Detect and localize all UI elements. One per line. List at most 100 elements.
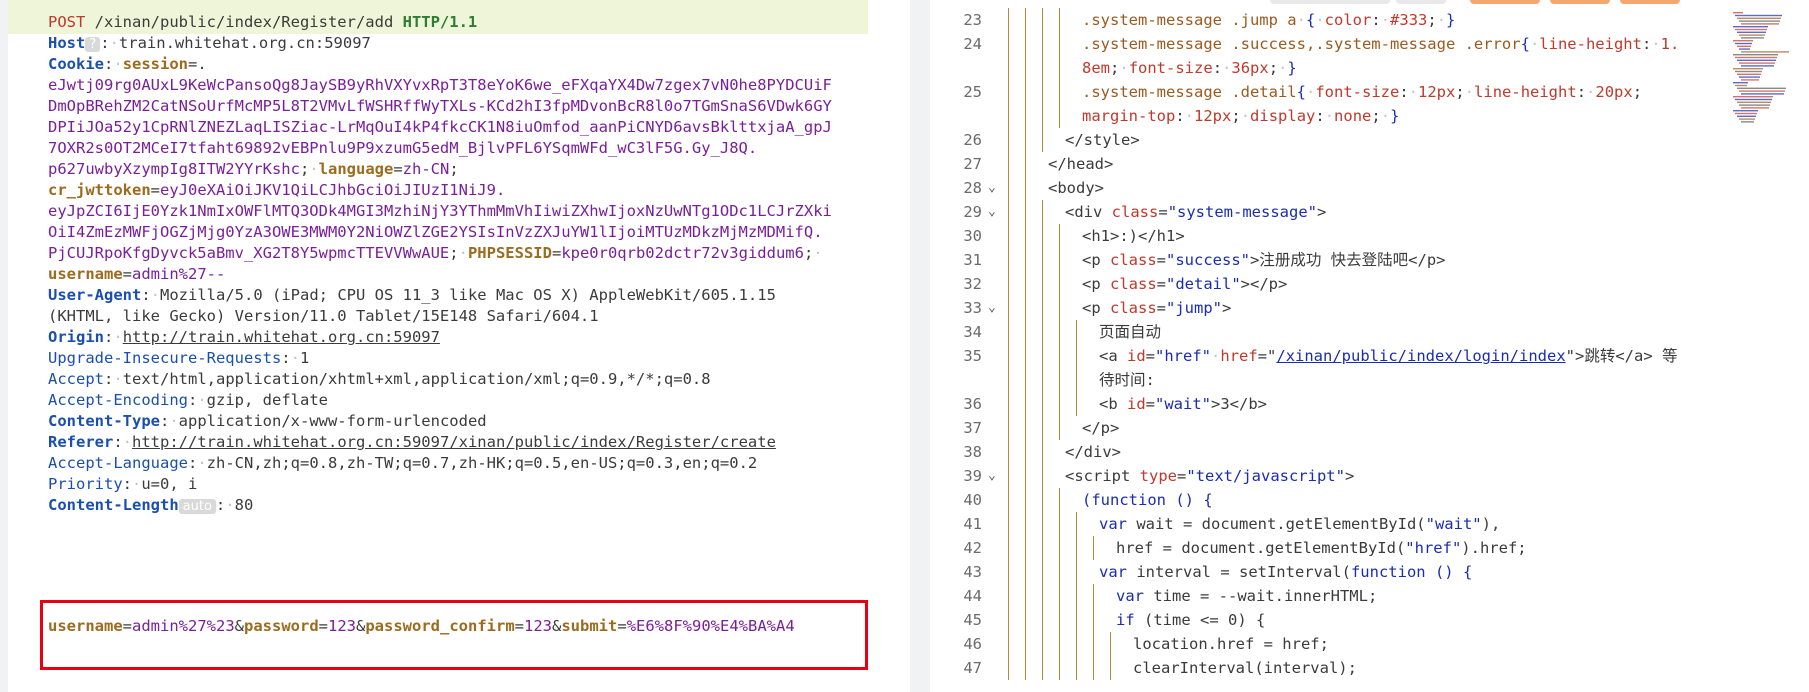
line-number: 37 — [963, 419, 982, 437]
indent-guide — [1076, 608, 1077, 632]
help-badge[interactable]: ? — [85, 37, 101, 52]
indent-guide — [1008, 32, 1009, 56]
indent-guide — [1008, 272, 1009, 296]
minimap-line — [1741, 107, 1769, 109]
code-text: var wait = document.getElementById("wait… — [1099, 515, 1501, 533]
response-source-pane[interactable]: 23 .system-message .jump a·{·color:·#333;… — [930, 0, 1809, 692]
indent-guide — [1059, 272, 1060, 296]
indent-guide — [1042, 320, 1043, 344]
indent-guide — [1059, 512, 1060, 536]
toolbar-button[interactable] — [1270, 0, 1390, 4]
line-number: 29 — [963, 203, 982, 221]
fold-chevron-icon[interactable]: ⌄ — [988, 296, 996, 320]
code-text: </div> — [1065, 443, 1121, 461]
indent-guide — [1008, 56, 1009, 80]
indent-guide — [1025, 128, 1026, 152]
minimap-line — [1735, 42, 1752, 45]
code-line: 37 </p> — [930, 416, 1790, 440]
indent-guide — [1025, 536, 1026, 560]
indent-guide — [1042, 248, 1043, 272]
minimap-line — [1735, 98, 1772, 101]
indent-guide — [1042, 440, 1043, 464]
minimap-line — [1741, 37, 1764, 39]
indent-guide — [1025, 272, 1026, 296]
code-line: 38 </div> — [930, 440, 1790, 464]
toolbar-button-orange[interactable] — [1620, 0, 1680, 4]
minimap-line — [1737, 115, 1756, 117]
indent-guide — [1008, 80, 1009, 104]
code-line: 23 .system-message .jump a·{·color:·#333;… — [930, 8, 1790, 32]
indent-guide — [1025, 248, 1026, 272]
minimap-line — [1735, 28, 1767, 31]
minimap-line — [1733, 68, 1763, 70]
request-editor-pane[interactable]: POST /xinan/public/index/Register/add HT… — [8, 0, 910, 692]
toolbar-button-orange[interactable] — [1550, 0, 1610, 4]
indent-guide — [1042, 200, 1043, 224]
indent-guide — [1059, 344, 1060, 368]
origin-link[interactable]: http://train.whitehat.org.cn:59097 — [123, 328, 440, 346]
indent-guide — [1093, 608, 1094, 632]
fold-chevron-icon[interactable]: ⌄ — [988, 176, 996, 200]
minimap[interactable] — [1733, 12, 1793, 132]
indent-guide — [1059, 656, 1060, 680]
minimap-line — [1737, 73, 1761, 75]
minimap-line — [1739, 90, 1785, 92]
indent-guide — [1076, 632, 1077, 656]
indent-guide — [1059, 320, 1060, 344]
indent-guide — [1025, 488, 1026, 512]
auto-badge[interactable]: auto — [178, 499, 216, 514]
code-line: 42 href = document.getElementById("href")… — [930, 536, 1790, 560]
code-text: href = document.getElementById("href").h… — [1116, 539, 1527, 557]
indent-guide — [1059, 104, 1060, 128]
indent-guide — [1025, 440, 1026, 464]
minimap-line — [1733, 40, 1753, 42]
code-text: <p class="success">注册成功 快去登陆吧</p> — [1082, 251, 1446, 269]
line-number: 31 — [963, 251, 982, 269]
code-text: <body> — [1048, 179, 1104, 197]
indent-guide — [1025, 200, 1026, 224]
header-content-length: Content-Length auto:·80 — [48, 496, 254, 514]
code-text: 8em;·font-size:·36px;·} — [1082, 59, 1297, 77]
code-line: 39 ⌄ <script type="text/javascript"> — [930, 464, 1790, 488]
indent-guide — [1025, 32, 1026, 56]
code-line: margin-top:·12px;·display:·none;·} — [930, 104, 1790, 128]
minimap-line — [1733, 110, 1758, 112]
line-number: 27 — [963, 155, 982, 173]
indent-guide — [1042, 464, 1043, 488]
indent-guide — [1008, 104, 1009, 128]
code-text: var interval = setInterval(function () { — [1099, 563, 1473, 581]
indent-guide — [1042, 608, 1043, 632]
indent-guide — [1025, 416, 1026, 440]
code-line: 待时间: — [930, 368, 1790, 392]
indent-guide — [1076, 392, 1077, 416]
code-line: 45 if (time <= 0) { — [930, 608, 1790, 632]
indent-guide — [1042, 584, 1043, 608]
referer-link[interactable]: http://train.whitehat.org.cn:59097/xinan… — [132, 433, 776, 451]
indent-guide — [1042, 56, 1043, 80]
code-line: 29 ⌄ <div class="system-message"> — [930, 200, 1790, 224]
indent-guide — [1008, 176, 1009, 200]
indent-guide — [1008, 416, 1009, 440]
fold-chevron-icon[interactable]: ⌄ — [988, 464, 996, 488]
minimap-line — [1735, 112, 1757, 115]
indent-guide — [1110, 632, 1111, 656]
indent-guide — [1042, 488, 1043, 512]
indent-guide — [1042, 32, 1043, 56]
line-number: 47 — [963, 659, 982, 677]
indent-guide — [1008, 512, 1009, 536]
toolbar-button-orange[interactable] — [1470, 0, 1540, 4]
toolbar-button[interactable] — [1396, 0, 1446, 4]
indent-guide — [1093, 584, 1094, 608]
request-body[interactable]: username=admin%27%23&password=123&passwo… — [48, 614, 898, 638]
indent-guide — [1025, 176, 1026, 200]
code-line: 26 </style> — [930, 128, 1790, 152]
code-line: 30 <h1>:)</h1> — [930, 224, 1790, 248]
minimap-line — [1737, 87, 1786, 89]
code-line: 36 <b id="wait">3</b> — [930, 392, 1790, 416]
indent-guide — [1025, 224, 1026, 248]
code-text: clearInterval(interval); — [1133, 659, 1357, 677]
fold-chevron-icon[interactable]: ⌄ — [988, 200, 996, 224]
code-line: 24 .system-message .success,.system-messa… — [930, 32, 1790, 56]
indent-guide — [1008, 248, 1009, 272]
code-line: 41 var wait = document.getElementById("wa… — [930, 512, 1790, 536]
